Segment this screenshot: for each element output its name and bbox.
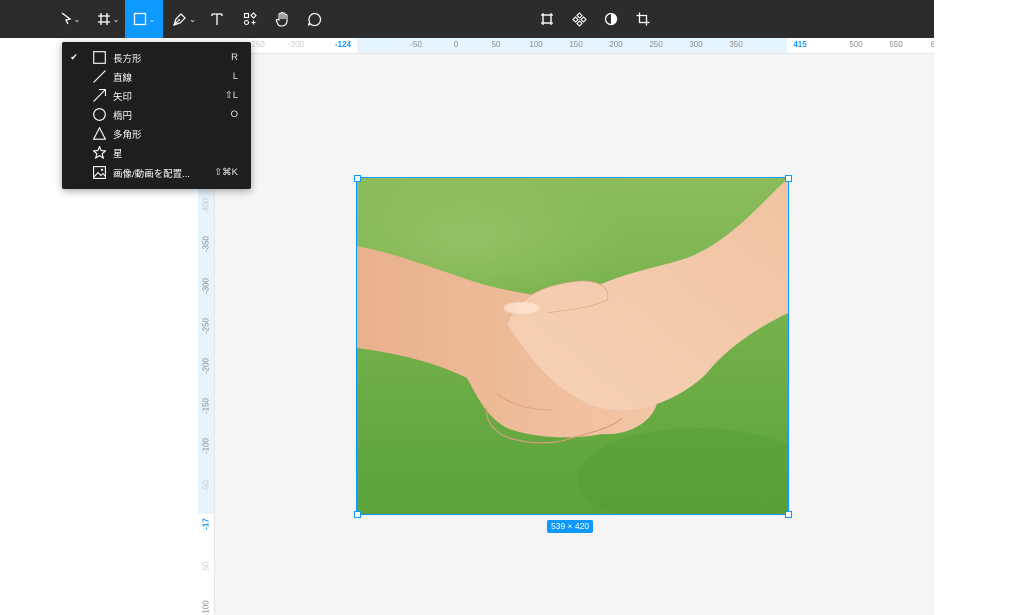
text-tool[interactable] — [205, 0, 229, 38]
menu-item-line[interactable]: 直線 L — [62, 67, 251, 86]
chevron-down-icon[interactable]: ⌄ — [74, 15, 81, 24]
pen-icon — [173, 12, 186, 26]
ruler-tick-label: 550 — [889, 40, 903, 49]
ruler-tick-label: -250 — [201, 317, 211, 335]
ruler-tick-label: -124 — [334, 40, 352, 49]
resize-handle-top-left[interactable] — [354, 175, 361, 182]
ruler-tick-label: -100 — [201, 437, 211, 455]
cursor-icon — [61, 12, 72, 25]
ruler-tick-label: -400 — [201, 197, 211, 215]
shape-tool[interactable]: ⌄ — [125, 0, 163, 38]
ruler-tick-label: -350 — [201, 235, 211, 253]
ruler-tick-label: 100 — [201, 600, 211, 614]
frame-tool[interactable]: ⌄ — [92, 0, 124, 38]
hand-icon — [275, 11, 288, 27]
checkmark-icon: ✔ — [70, 52, 78, 62]
handshake-image — [357, 178, 788, 514]
menu-item-shortcut: O — [230, 109, 238, 120]
chevron-down-icon[interactable]: ⌄ — [189, 15, 196, 24]
resize-handle-top-right[interactable] — [785, 175, 792, 182]
ellipse-icon — [92, 108, 106, 122]
menu-item-label: 画像/動画を配置... — [113, 168, 191, 180]
menu-item-polygon[interactable]: 多角形 — [62, 124, 251, 143]
rectangle-icon — [133, 12, 146, 26]
mask-icon — [604, 12, 618, 26]
frame-selection-button[interactable] — [536, 0, 558, 38]
ruler-tick-label: 50 — [491, 40, 501, 49]
rectangle-icon — [92, 51, 106, 65]
ruler-tick-label: 300 — [689, 40, 703, 49]
text-icon — [211, 13, 223, 25]
crop-icon — [636, 12, 650, 26]
mask-button[interactable] — [600, 0, 622, 38]
menu-item-place-image[interactable]: 画像/動画を配置... ⇧⌘K — [62, 163, 251, 182]
hash-frame-icon — [97, 13, 110, 25]
ruler-tick-label: 415 — [793, 40, 807, 49]
menu-item-shortcut: ⇧⌘K — [214, 167, 238, 178]
ruler-tick-label: -150 — [201, 397, 211, 415]
move-tool[interactable]: ⌄ — [56, 0, 84, 38]
hand-tool[interactable] — [270, 0, 294, 38]
comment-tool[interactable] — [302, 0, 326, 38]
resources-icon — [243, 12, 257, 26]
frame-selection-icon — [541, 13, 553, 25]
crop-button[interactable] — [632, 0, 654, 38]
create-component-button[interactable] — [568, 0, 590, 38]
resources-tool[interactable] — [238, 0, 262, 38]
ruler-tick-label: 50 — [201, 561, 211, 571]
ruler-tick-label: 6 — [931, 40, 934, 49]
ruler-tick-label: -50 — [410, 40, 422, 49]
polygon-icon — [92, 127, 106, 141]
comment-icon — [307, 12, 321, 26]
pen-tool[interactable]: ⌄ — [168, 0, 200, 38]
menu-item-label: 直線 — [113, 72, 133, 84]
offscreen-area — [934, 0, 1024, 615]
menu-item-shortcut: L — [232, 71, 238, 82]
resize-handle-bottom-left[interactable] — [354, 511, 361, 518]
ruler-tick-label: -300 — [201, 277, 211, 295]
menu-item-shortcut: R — [231, 52, 238, 63]
ruler-tick-label: 350 — [729, 40, 743, 49]
selected-image[interactable] — [356, 177, 789, 515]
ruler-tick-label: -200 — [287, 40, 305, 49]
image-icon — [92, 166, 106, 180]
chevron-down-icon[interactable]: ⌄ — [149, 15, 156, 24]
arrow-icon — [92, 89, 106, 103]
shape-tool-menu: ✔ 長方形 R 直線 L 矢印 ⇧L 楕円 O 多角形 星 画像/動画を配置..… — [62, 42, 251, 189]
chevron-down-icon[interactable]: ⌄ — [113, 15, 120, 24]
ruler-tick-label: 200 — [609, 40, 623, 49]
size-badge: 539 × 420 — [547, 520, 594, 533]
ruler-tick-label: -50 — [201, 480, 211, 492]
menu-item-arrow[interactable]: 矢印 ⇧L — [62, 86, 251, 105]
ruler-tick-label: 250 — [649, 40, 663, 49]
toolbar: ⌄ ⌄ ⌄ ⌄ — [0, 0, 934, 38]
ruler-tick-label: 150 — [569, 40, 583, 49]
menu-item-rectangle[interactable]: ✔ 長方形 R — [62, 48, 251, 67]
ruler-tick-label: 0 — [453, 40, 459, 49]
menu-item-label: 楕円 — [113, 110, 133, 122]
menu-item-label: 長方形 — [113, 53, 142, 65]
star-icon — [92, 146, 106, 160]
ruler-tick-label: -17 — [201, 518, 211, 530]
ruler-tick-label: 250 — [251, 40, 265, 49]
line-icon — [92, 70, 106, 84]
menu-item-shortcut: ⇧L — [224, 90, 238, 101]
menu-item-ellipse[interactable]: 楕円 O — [62, 105, 251, 124]
horizontal-ruler: 250 -200 -124 -50 0 50 100 150 200 250 300 350 415 50… — [198, 38, 934, 54]
resize-handle-bottom-right[interactable] — [785, 511, 792, 518]
ruler-tick-label: 100 — [529, 40, 543, 49]
menu-item-label: 多角形 — [113, 129, 142, 141]
ruler-tick-label: 500 — [849, 40, 863, 49]
menu-item-label: 矢印 — [113, 91, 133, 103]
menu-item-star[interactable]: 星 — [62, 143, 251, 162]
component-icon — [571, 11, 587, 27]
ruler-selection-highlight — [198, 178, 214, 514]
ruler-tick-label: -200 — [201, 357, 211, 375]
menu-item-label: 星 — [113, 148, 123, 160]
